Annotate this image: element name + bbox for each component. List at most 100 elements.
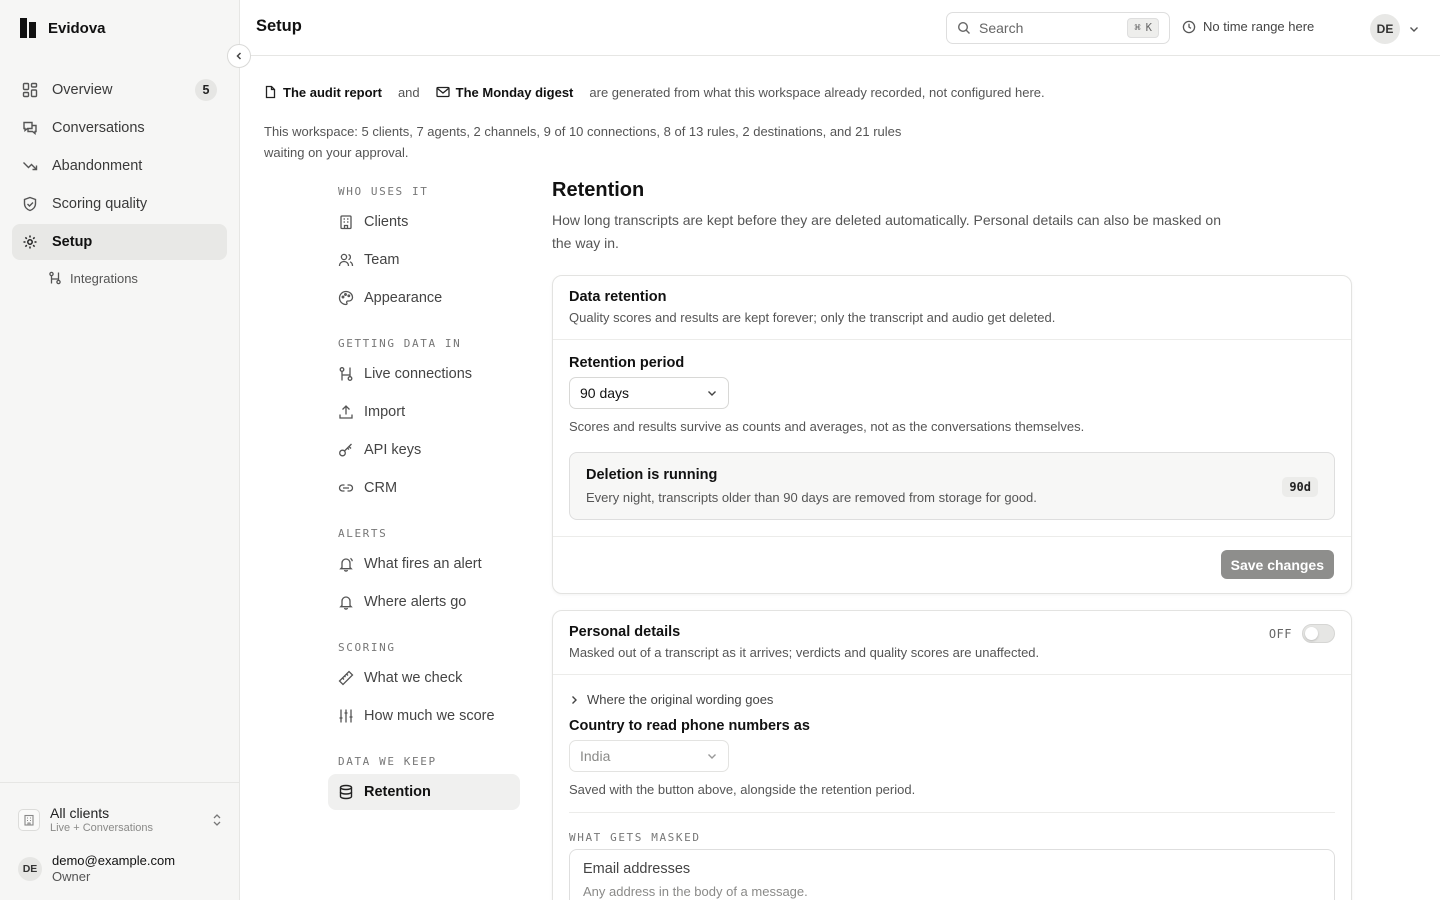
collapse-sidebar-button[interactable] (227, 44, 251, 68)
sidebar-item-overview[interactable]: Overview 5 (12, 72, 227, 108)
subnav-item-how-much-we-score[interactable]: How much we score (328, 698, 520, 734)
card-body: Where the original wording goes Country … (553, 675, 1351, 900)
subnav-item-label: Clients (364, 214, 409, 230)
masking-toggle[interactable] (1302, 624, 1335, 643)
key-icon (338, 442, 354, 458)
card-header: Data retention Quality scores and result… (553, 276, 1351, 340)
sidebar-item-setup[interactable]: Setup (12, 224, 227, 260)
subnav-item-label: Appearance (364, 290, 443, 306)
chevron-down-icon (706, 750, 718, 762)
subnav-item-api-keys[interactable]: API keys (328, 432, 520, 468)
header-user-menu[interactable]: DE (1370, 14, 1420, 44)
sidebar-item-conversations[interactable]: Conversations (12, 110, 227, 146)
avatar: DE (1370, 14, 1400, 44)
evidova-logo-icon (20, 18, 38, 38)
database-icon (338, 784, 354, 800)
search-icon (957, 21, 971, 35)
original-wording-expander[interactable]: Where the original wording goes (569, 692, 1335, 707)
sidebar-footer: All clients Live + Conversations DE demo… (0, 782, 239, 884)
toggle-state-label: OFF (1268, 626, 1292, 641)
audit-report-label: The audit report (283, 84, 382, 100)
trend-down-icon (22, 158, 38, 174)
retention-period-hint: Scores and results survive as counts and… (569, 419, 1085, 434)
subnav-item-import[interactable]: Import (328, 394, 520, 430)
save-changes-button[interactable]: Save changes (1220, 550, 1334, 579)
subnav-item-label: Retention (364, 784, 431, 800)
document-icon (264, 85, 277, 99)
country-select[interactable]: India (569, 740, 729, 772)
ruler-icon (338, 670, 354, 686)
audit-report-link[interactable]: The audit report (264, 85, 382, 100)
subnav-item-label: How much we score (364, 708, 495, 724)
retention-section: Retention How long transcripts are kept … (552, 178, 1352, 255)
search-input[interactable]: Search ⌘ K (946, 12, 1170, 44)
card-header: Personal details Masked out of a transcr… (553, 611, 1351, 675)
subnav-item-team[interactable]: Team (328, 242, 520, 278)
sidebar: Evidova Overview 5 Conversations Abandon… (0, 0, 240, 900)
subnav-item-where-alerts-go[interactable]: Where alerts go (328, 584, 520, 620)
status-title: Deletion is running (586, 467, 718, 483)
subnav-item-label: Import (364, 404, 406, 420)
subnav-item-live-connections[interactable]: Live connections (328, 356, 520, 392)
subnav-item-label: What we check (364, 670, 463, 686)
subnav-item-clients[interactable]: Clients (328, 204, 520, 240)
sidebar-subitem-integrations[interactable]: Integrations (12, 262, 227, 294)
brand[interactable]: Evidova (20, 16, 106, 40)
chevron-right-icon (569, 695, 579, 705)
time-range-indicator: No time range here (1182, 19, 1314, 34)
subnav-item-label: Team (364, 252, 400, 268)
subnav-heading: GETTING DATA IN (338, 336, 462, 350)
chevron-down-icon (706, 387, 718, 399)
time-range-label: No time range here (1203, 19, 1315, 34)
generated-reports-notice: The audit report and The Monday digest a… (264, 82, 1045, 102)
chevron-up-down-icon (211, 813, 223, 827)
count-badge: 5 (195, 79, 217, 101)
card-title: Data retention (569, 289, 667, 305)
status-text: Every night, transcripts older than 90 d… (586, 490, 1037, 505)
upload-icon (338, 404, 354, 420)
retention-days-chip: 90d (1282, 477, 1318, 497)
integrations-icon (338, 366, 354, 382)
country-hint: Saved with the button above, alongside t… (569, 782, 916, 797)
mail-icon (436, 86, 450, 98)
retention-period-select[interactable]: 90 days (569, 377, 729, 409)
subnav-item-label: Where alerts go (364, 594, 467, 610)
data-retention-card: Data retention Quality scores and result… (552, 275, 1352, 594)
section-description: How long transcripts are kept before the… (552, 212, 1221, 251)
subnav-item-what-we-check[interactable]: What we check (328, 660, 520, 696)
card-footer: Save changes (553, 536, 1351, 593)
avatar: DE (18, 857, 42, 881)
grid-icon (22, 82, 38, 98)
subnav-item-what-fires-an-alert[interactable]: What fires an alert (328, 546, 520, 582)
sidebar-item-label: Overview (52, 82, 113, 98)
setup-subnav: WHO USES IT Clients Team Appearance GETT… (328, 178, 520, 812)
subnav-item-retention[interactable]: Retention (328, 774, 520, 810)
palette-icon (338, 290, 354, 306)
client-switcher-label: All clients (50, 805, 110, 821)
mask-option-title: Email addresses (583, 861, 691, 877)
command-key-symbol: ⌘ (1134, 22, 1141, 34)
client-switcher[interactable]: All clients Live + Conversations (18, 805, 223, 835)
workspace-summary: This workspace: 5 clients, 7 agents, 2 c… (264, 124, 902, 160)
app-name: Evidova (48, 19, 106, 37)
select-value: 90 days (580, 385, 630, 401)
subnav-item-label: CRM (364, 480, 398, 496)
bell-icon (338, 594, 354, 610)
subnav-item-crm[interactable]: CRM (328, 470, 520, 506)
link-icon (338, 480, 354, 496)
sidebar-item-scoring-quality[interactable]: Scoring quality (12, 186, 227, 222)
subnav-item-label: Live connections (364, 366, 473, 382)
chevron-down-icon (1408, 23, 1420, 35)
mask-option-email[interactable]: Email addresses Any address in the body … (569, 849, 1335, 900)
building-icon (338, 214, 354, 230)
personal-details-card: Personal details Masked out of a transcr… (552, 610, 1352, 900)
user-role: Owner (52, 869, 91, 884)
user-menu[interactable]: DE demo@example.com Owner (18, 853, 175, 885)
notice-connector: and (397, 84, 420, 100)
monday-digest-link[interactable]: The Monday digest (436, 85, 573, 100)
keyboard-shortcut: ⌘ K (1127, 18, 1159, 38)
sidebar-item-abandonment[interactable]: Abandonment (12, 148, 227, 184)
subnav-item-appearance[interactable]: Appearance (328, 280, 520, 316)
card-subtitle: Masked out of a transcript as it arrives… (569, 645, 1040, 660)
subnav-heading: DATA WE KEEP (338, 754, 437, 768)
